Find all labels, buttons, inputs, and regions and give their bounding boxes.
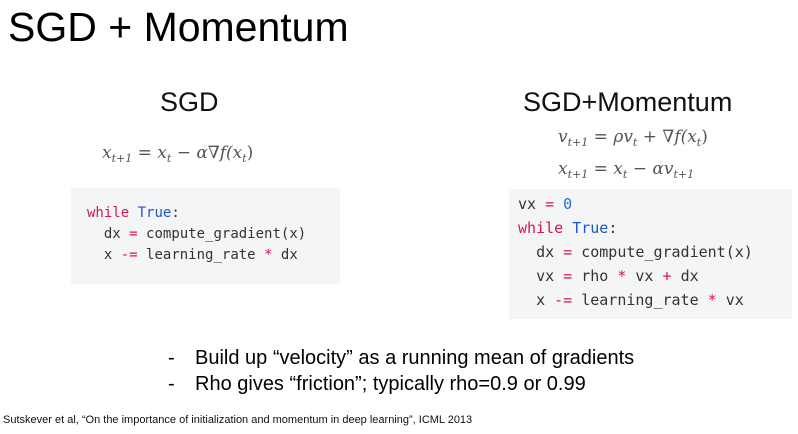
bullet-text: Build up “velocity” as a running mean of…	[195, 347, 635, 369]
sgd-update-equation: xt+1 = xt − α∇f(xt)	[102, 142, 253, 170]
code-line: x -= learning_rate * dx	[87, 245, 340, 266]
code-line: vx = 0	[518, 192, 792, 216]
momentum-code-block: vx = 0 while True: dx = compute_gradient(…	[509, 189, 792, 319]
code-text: dx	[280, 247, 298, 263]
slide-title: SGD + Momentum	[8, 4, 349, 50]
code-text: compute_gradient(x)	[146, 226, 307, 242]
eq-equals: =	[593, 159, 608, 179]
eq-subscript: t+1	[111, 152, 133, 165]
bullet-item: - Rho gives “friction”; typically rho=0.9…	[168, 371, 634, 397]
sgd-code-block: while True: dx = compute_gradient(x) x -…	[71, 188, 340, 284]
code-keyword: while	[518, 219, 564, 237]
code-line: while True:	[518, 216, 792, 240]
eq-subscript: t	[166, 152, 172, 165]
momentum-heading: SGD+Momentum	[523, 87, 733, 117]
eq-subscript: t	[632, 136, 638, 149]
citation: Sutskever et al, “On the importance of i…	[3, 414, 473, 426]
code-builtin: True	[572, 219, 609, 237]
code-operator: *	[707, 291, 717, 309]
eq-term: v	[623, 127, 633, 147]
eq-equals: =	[593, 127, 608, 147]
code-operator: *	[617, 267, 627, 285]
code-keyword: while	[87, 205, 130, 221]
eq-minus: −	[176, 143, 191, 163]
code-line: dx = compute_gradient(x)	[518, 240, 792, 264]
code-text: x	[103, 247, 113, 263]
code-text: x	[536, 291, 546, 309]
code-operator: =	[563, 267, 573, 285]
code-operator: =	[129, 226, 138, 242]
eq-alpha: α	[196, 143, 208, 163]
eq-minus: −	[632, 159, 647, 179]
eq-term: x	[558, 159, 568, 179]
code-line: while True:	[87, 203, 340, 224]
eq-subscript: t+1	[567, 168, 589, 181]
position-update-equation: xt+1 = xt − αvt+1	[558, 158, 694, 186]
eq-subscript: t+1	[673, 168, 695, 181]
code-text: vx	[725, 291, 744, 309]
eq-term: x	[613, 159, 623, 179]
eq-term: v	[558, 127, 568, 147]
eq-subscript: t+1	[567, 136, 589, 149]
code-text: dx	[680, 267, 699, 285]
bullet-item: - Build up “velocity” as a running mean o…	[168, 345, 634, 371]
code-text: :	[171, 205, 180, 221]
eq-paren: )	[246, 143, 254, 163]
eq-term: x	[102, 143, 112, 163]
eq-term: f(x	[219, 143, 243, 163]
eq-plus: +	[642, 127, 657, 147]
velocity-update-equation: vt+1 = ρvt + ∇f(xt)	[558, 126, 708, 154]
code-text: rho	[581, 267, 609, 285]
eq-nabla: ∇	[207, 143, 220, 163]
code-text: :	[608, 219, 618, 237]
bullet-text: Rho gives “friction”; typically rho=0.9 …	[195, 373, 586, 395]
eq-term: x	[157, 143, 167, 163]
code-line: vx = rho * vx + dx	[518, 264, 792, 288]
code-line: x -= learning_rate * vx	[518, 288, 792, 312]
eq-rho: ρ	[613, 127, 624, 147]
eq-equals: =	[137, 143, 152, 163]
code-text: vx	[635, 267, 654, 285]
code-operator: =	[545, 195, 555, 213]
code-operator: -=	[120, 247, 138, 263]
code-builtin: True	[137, 205, 172, 221]
code-text: compute_gradient(x)	[581, 243, 753, 261]
eq-nabla: ∇	[662, 127, 675, 147]
code-text: dx	[103, 226, 121, 242]
code-text: learning_rate	[581, 291, 699, 309]
code-text: vx	[536, 267, 555, 285]
eq-term: αv	[652, 159, 674, 179]
eq-subscript: t	[622, 168, 628, 181]
code-operator: =	[563, 243, 573, 261]
code-text: learning_rate	[146, 247, 256, 263]
code-operator: -=	[554, 291, 573, 309]
bullet-dash: -	[168, 347, 175, 369]
eq-paren: )	[701, 127, 708, 147]
code-text: vx	[518, 195, 537, 213]
code-number: 0	[563, 195, 573, 213]
code-operator: +	[662, 267, 672, 285]
bullet-dash: -	[168, 373, 175, 395]
code-operator: *	[264, 247, 273, 263]
eq-term: f(x	[674, 127, 697, 147]
bullet-list: - Build up “velocity” as a running mean o…	[168, 345, 634, 397]
code-text: dx	[536, 243, 555, 261]
sgd-heading: SGD	[160, 87, 219, 117]
code-line: dx = compute_gradient(x)	[87, 224, 340, 245]
